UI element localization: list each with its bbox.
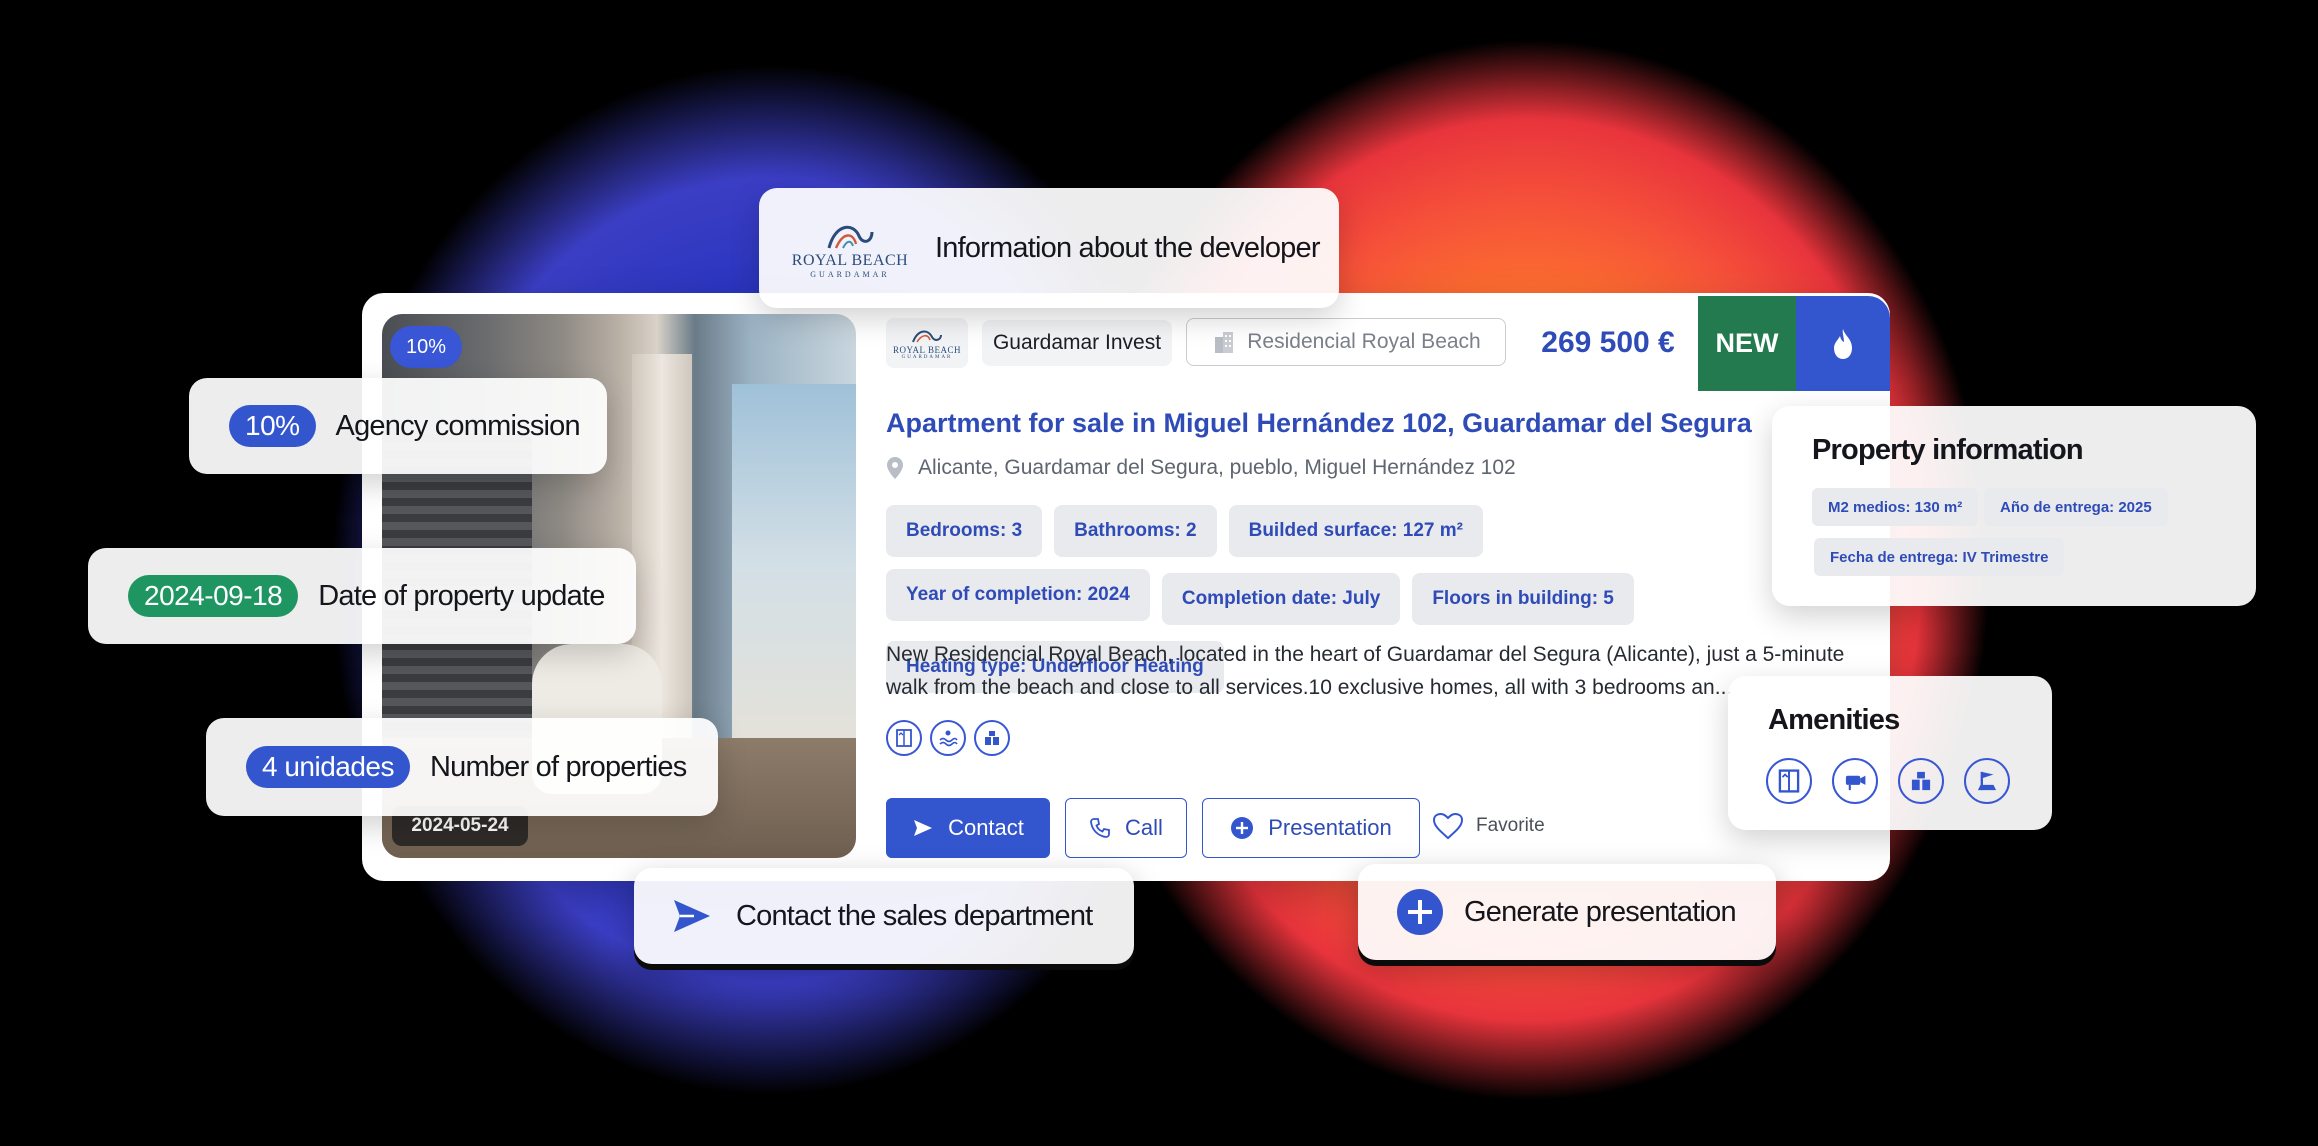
call-button[interactable]: Call: [1065, 798, 1187, 858]
listing-address: Alicante, Guardamar del Segura, pueblo, …: [886, 456, 1516, 480]
feature-chip: Floors in building: 5: [1412, 573, 1634, 625]
developer-logo-text: ROYAL BEACH: [893, 344, 961, 355]
elevator-icon: [886, 720, 922, 756]
update-date-value: 2024-09-18: [128, 575, 299, 617]
building-icon: [1215, 332, 1234, 353]
plus-circle-icon: [1231, 817, 1254, 839]
property-info-panel: Property information M2 medios: 130 m² A…: [1772, 406, 2256, 606]
contact-button[interactable]: Contact: [886, 798, 1050, 858]
commission-callout: 10% Agency commission: [189, 378, 607, 474]
units-callout: 4 unidades Number of properties: [206, 718, 718, 816]
update-date-label: Date of property update: [318, 579, 605, 612]
generate-presentation-label: Generate presentation: [1464, 895, 1737, 928]
photo-window: [732, 384, 856, 784]
location-pin-icon: [887, 457, 903, 479]
developer-logo-sub: GUARDAMAR: [901, 354, 953, 360]
flame-icon: [1834, 328, 1852, 359]
developer-logo[interactable]: ROYAL BEACH GUARDAMAR: [886, 318, 968, 368]
call-button-label: Call: [1125, 815, 1163, 840]
property-info-chip: Fecha de entrega: IV Trimestre: [1814, 538, 2065, 576]
address-text: Alicante, Guardamar del Segura, pueblo, …: [918, 456, 1516, 479]
generate-presentation-callout[interactable]: Generate presentation: [1358, 864, 1776, 960]
heart-icon: [1432, 812, 1464, 840]
project-name: Residencial Royal Beach: [1247, 330, 1481, 353]
units-label: Number of properties: [430, 750, 687, 783]
presentation-button[interactable]: Presentation: [1202, 798, 1420, 858]
storage-icon: [974, 720, 1010, 756]
amenities-title: Amenities: [1768, 704, 1900, 736]
project-link[interactable]: Residencial Royal Beach: [1186, 318, 1506, 366]
property-info-title: Property information: [1812, 434, 2084, 466]
feature-chip: Bathrooms: 2: [1054, 505, 1217, 557]
feature-chip: Bedrooms: 3: [886, 505, 1043, 557]
hot-tag: [1796, 296, 1890, 391]
commission-label: Agency commission: [335, 409, 581, 442]
developer-callout-label: Information about the developer: [935, 231, 1321, 264]
contact-sales-callout[interactable]: Contact the sales department: [634, 868, 1134, 964]
new-tag: NEW: [1698, 296, 1796, 391]
send-icon: [674, 900, 710, 932]
price: 269 500 €: [1541, 326, 1675, 359]
phone-icon: [1090, 818, 1110, 838]
send-icon: [914, 820, 933, 836]
listing-title[interactable]: Apartment for sale in Miguel Hernández 1…: [886, 408, 1752, 439]
wave-logo-icon: [912, 330, 942, 342]
favorite-button[interactable]: Favorite: [1432, 812, 1545, 840]
developer-name[interactable]: Guardamar Invest: [982, 320, 1172, 366]
concierge-icon: [1964, 758, 2010, 804]
listing-amenities: [886, 720, 1010, 756]
update-date-callout: 2024-09-18 Date of property update: [88, 548, 636, 644]
favorite-label: Favorite: [1476, 815, 1545, 836]
feature-chip: Builded surface: 127 m²: [1228, 505, 1483, 557]
contact-button-label: Contact: [948, 815, 1024, 840]
plus-circle-icon: [1397, 889, 1443, 935]
developer-callout: ROYAL BEACH GUARDAMAR Information about …: [759, 188, 1339, 308]
storage-icon: [1898, 758, 1944, 804]
listing-description: New Residencial Royal Beach, located in …: [886, 643, 1845, 699]
amenities-panel: Amenities: [1728, 676, 2052, 830]
developer-callout-logo: ROYAL BEACH GUARDAMAR: [775, 218, 925, 279]
feature-chip: Year of completion: 2024: [886, 569, 1150, 621]
feature-chip: Completion date: July: [1161, 573, 1401, 625]
cctv-icon: [1832, 758, 1878, 804]
wave-logo-icon: [827, 225, 874, 249]
pool-icon: [930, 720, 966, 756]
commission-badge: 10%: [390, 326, 462, 368]
developer-callout-logo-text: ROYAL BEACH: [791, 251, 909, 269]
commission-value: 10%: [229, 405, 316, 447]
developer-callout-logo-sub: GUARDAMAR: [810, 269, 890, 279]
elevator-icon: [1766, 758, 1812, 804]
presentation-button-label: Presentation: [1268, 815, 1392, 840]
property-info-chip: M2 medios: 130 m²: [1812, 488, 1979, 526]
amenities-icons: [1766, 758, 2010, 804]
units-value: 4 unidades: [246, 746, 411, 788]
property-info-chip: Año de entrega: 2025: [1984, 488, 2168, 526]
contact-sales-label: Contact the sales department: [736, 899, 1093, 932]
